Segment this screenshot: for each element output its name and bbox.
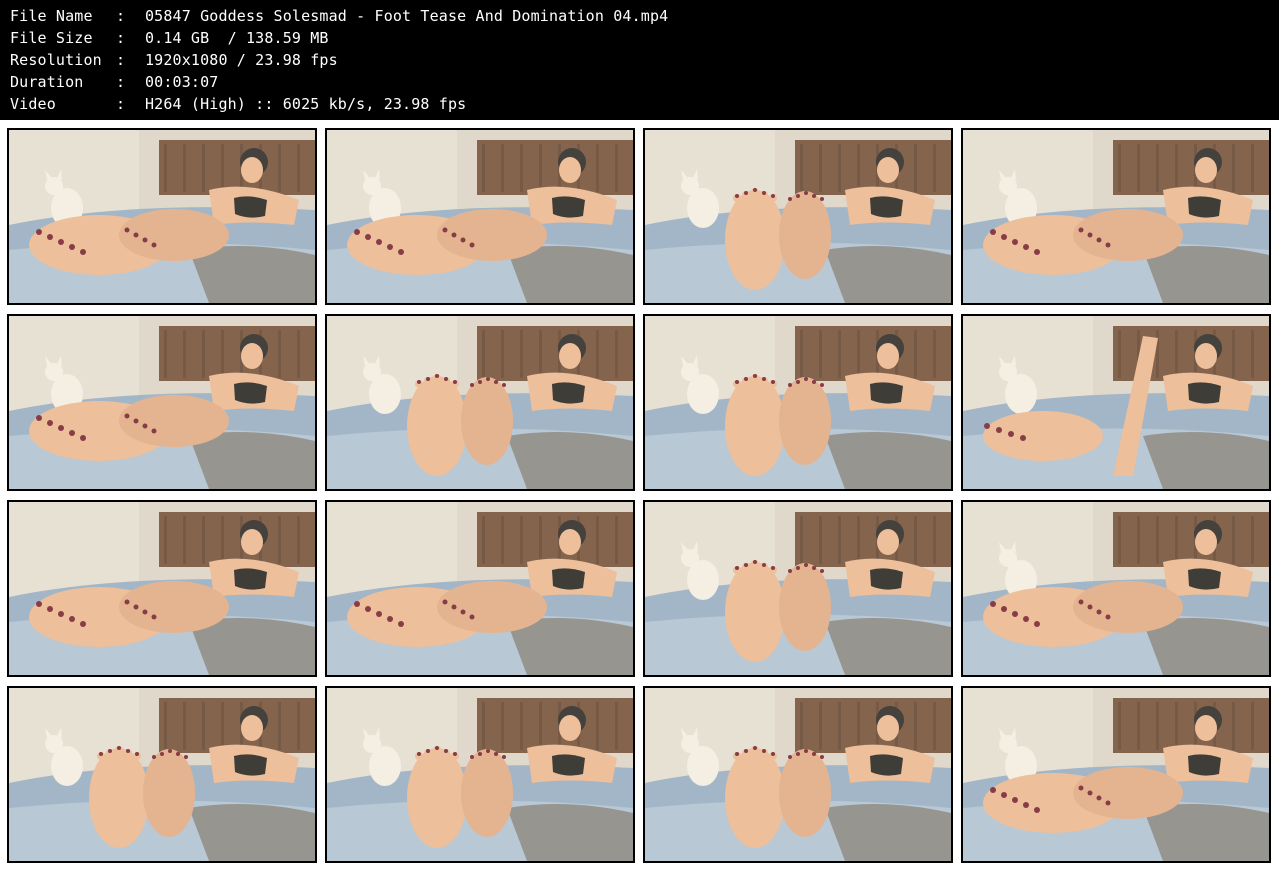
thumbnail-grid <box>0 120 1279 873</box>
thumbnail-image <box>327 316 633 489</box>
thumbnail-frame-08 <box>961 314 1271 491</box>
thumbnail-frame-13 <box>7 686 317 863</box>
file-size-row: File Size : 0.14 GB / 138.59 MB <box>10 27 1270 49</box>
thumbnail-frame-04 <box>961 128 1271 305</box>
resolution-value: 1920x1080 / 23.98 fps <box>145 51 338 69</box>
thumbnail-frame-15 <box>643 686 953 863</box>
thumbnail-image <box>645 688 951 861</box>
thumbnail-image <box>327 502 633 675</box>
duration-row: Duration : 00:03:07 <box>10 71 1270 93</box>
thumbnail-frame-02 <box>325 128 635 305</box>
thumbnail-image <box>9 130 315 303</box>
file-info-header: File Name : 05847 Goddess Solesmad - Foo… <box>10 5 1270 117</box>
thumbnail-frame-12 <box>961 500 1271 677</box>
thumbnail-frame-10 <box>325 500 635 677</box>
file-name-label: File Name <box>10 7 93 25</box>
thumbnail-frame-03 <box>643 128 953 305</box>
thumbnail-image <box>963 316 1269 489</box>
resolution-label: Resolution <box>10 51 102 69</box>
thumbnail-image <box>963 502 1269 675</box>
duration-value: 00:03:07 <box>145 73 219 91</box>
file-name-colon: : <box>116 7 126 25</box>
file-size-colon: : <box>116 29 126 47</box>
thumbnail-image <box>9 316 315 489</box>
thumbnail-frame-11 <box>643 500 953 677</box>
thumbnail-image <box>963 130 1269 303</box>
video-value: H264 (High) :: 6025 kb/s, 23.98 fps <box>145 95 467 113</box>
file-name-value: 05847 Goddess Solesmad - Foot Tease And … <box>145 7 669 25</box>
file-size-value: 0.14 GB / 138.59 MB <box>145 29 329 47</box>
duration-colon: : <box>116 73 126 91</box>
file-name-row: File Name : 05847 Goddess Solesmad - Foo… <box>10 5 1270 27</box>
thumbnail-frame-14 <box>325 686 635 863</box>
thumbnail-image <box>963 688 1269 861</box>
file-size-label: File Size <box>10 29 93 47</box>
thumbnail-frame-09 <box>7 500 317 677</box>
thumbnail-image <box>327 130 633 303</box>
thumbnail-frame-06 <box>325 314 635 491</box>
thumbnail-frame-16 <box>961 686 1271 863</box>
video-label: Video <box>10 95 56 113</box>
thumbnail-image <box>9 502 315 675</box>
thumbnail-image <box>645 502 951 675</box>
thumbnail-image <box>9 688 315 861</box>
duration-label: Duration <box>10 73 84 91</box>
resolution-row: Resolution : 1920x1080 / 23.98 fps <box>10 49 1270 71</box>
thumbnail-frame-07 <box>643 314 953 491</box>
thumbnail-image <box>645 130 951 303</box>
video-colon: : <box>116 95 126 113</box>
thumbnail-frame-01 <box>7 128 317 305</box>
thumbnail-image <box>645 316 951 489</box>
thumbnail-frame-05 <box>7 314 317 491</box>
video-row: Video : H264 (High) :: 6025 kb/s, 23.98 … <box>10 93 1270 115</box>
thumbnail-image <box>327 688 633 861</box>
resolution-colon: : <box>116 51 126 69</box>
